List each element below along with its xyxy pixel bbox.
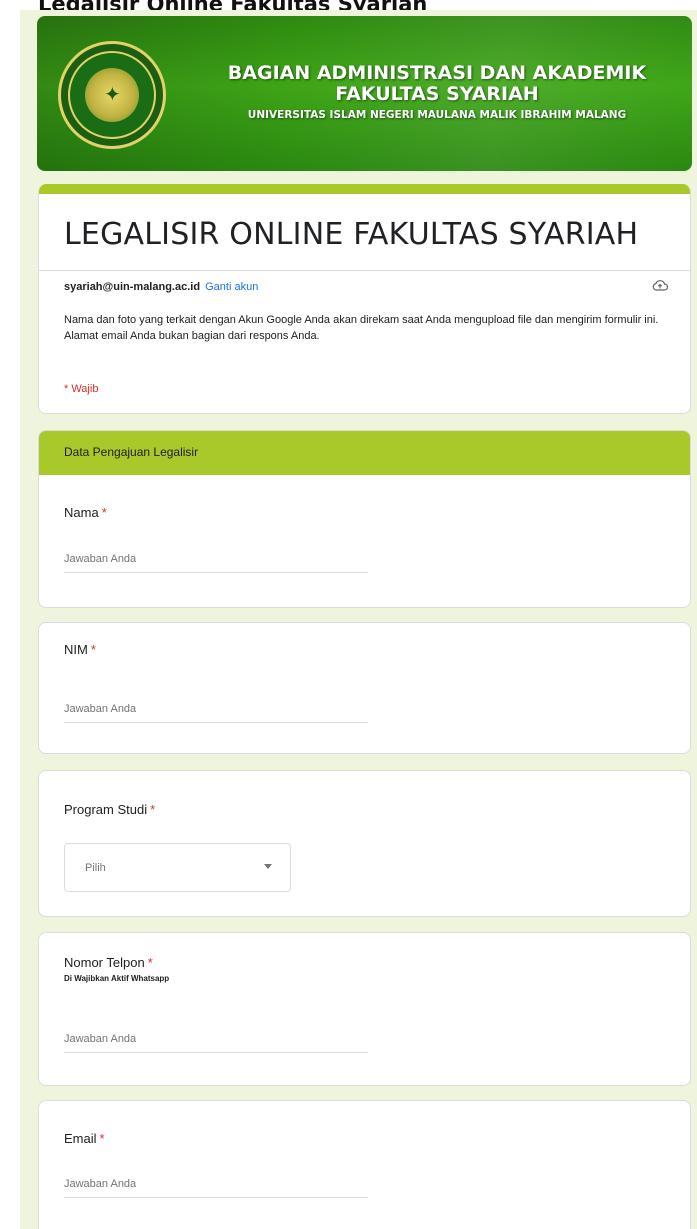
privacy-notice: Nama dan foto yang terkait dengan Akun G… <box>64 314 659 342</box>
seal-emblem-icon: ✦ <box>104 84 121 106</box>
required-star: * <box>150 802 156 817</box>
title-divider <box>39 270 690 271</box>
question-label-telpon: Nomor Telpon * <box>64 955 153 970</box>
question-hint-telpon: Di Wajibkan Aktif Whatsapp <box>64 974 170 983</box>
question-label-prodi: Program Studi * <box>64 802 155 817</box>
question-text-prodi: Program Studi <box>64 802 148 817</box>
question-text-telpon: Nomor Telpon <box>64 955 145 970</box>
banner-line3: UNIVERSITAS ISLAM NEGERI MAULANA MALIK I… <box>247 109 627 121</box>
cloud-icon <box>652 280 668 291</box>
header-banner: ✦ BAGIAN ADMINISTRASI DAN AKADEMIK FAKUL… <box>37 16 692 171</box>
required-note: * Wajib <box>64 383 99 395</box>
banner-line1: BAGIAN ADMINISTRASI DAN AKADEMIK <box>227 62 647 84</box>
required-star: * <box>101 505 107 520</box>
question-label-nim: NIM * <box>64 642 96 657</box>
required-star: * <box>90 642 96 657</box>
account-email: syariah@uin-malang.ac.id <box>64 281 201 293</box>
telpon-input[interactable]: Jawaban Anda <box>64 1033 368 1053</box>
question-label-nama: Nama * <box>64 505 107 520</box>
form-title: LEGALISIR ONLINE FAKULTAS SYARIAH <box>64 217 639 252</box>
question-text-email: Email <box>64 1131 97 1146</box>
switch-account-link[interactable]: Ganti akun <box>205 281 258 293</box>
title-accent-bar <box>39 184 690 194</box>
question-card-email: Email * Jawaban Anda <box>38 1100 691 1229</box>
account-line: syariah@uin-malang.ac.id Ganti akun <box>64 281 258 293</box>
nim-input[interactable]: Jawaban Anda <box>64 703 368 723</box>
question-card-nim: NIM * Jawaban Anda <box>38 622 691 754</box>
form-title-card: LEGALISIR ONLINE FAKULTAS SYARIAH syaria… <box>38 184 691 414</box>
dropdown-value: Pilih <box>85 862 106 874</box>
university-seal-icon: ✦ <box>58 41 166 149</box>
caret-down-icon <box>264 864 272 869</box>
question-label-email: Email * <box>64 1131 105 1146</box>
question-card-telpon: Nomor Telpon * Di Wajibkan Aktif Whatsapp… <box>38 932 691 1086</box>
banner-line2: FAKULTAS SYARIAH <box>335 83 539 105</box>
required-star: * <box>99 1131 105 1146</box>
question-card-prodi: Program Studi * Pilih <box>38 770 691 917</box>
section-header: Data Pengajuan Legalisir <box>39 431 690 475</box>
section-title: Data Pengajuan Legalisir <box>64 445 199 459</box>
section-nama-card: Data Pengajuan Legalisir Nama * Jawaban A… <box>38 430 691 608</box>
required-star: * <box>147 955 153 970</box>
email-input[interactable]: Jawaban Anda <box>64 1178 368 1198</box>
program-studi-dropdown[interactable]: Pilih <box>64 843 291 892</box>
nama-input[interactable]: Jawaban Anda <box>64 553 368 573</box>
question-text-nim: NIM <box>64 642 88 657</box>
question-text-nama: Nama <box>64 505 99 520</box>
